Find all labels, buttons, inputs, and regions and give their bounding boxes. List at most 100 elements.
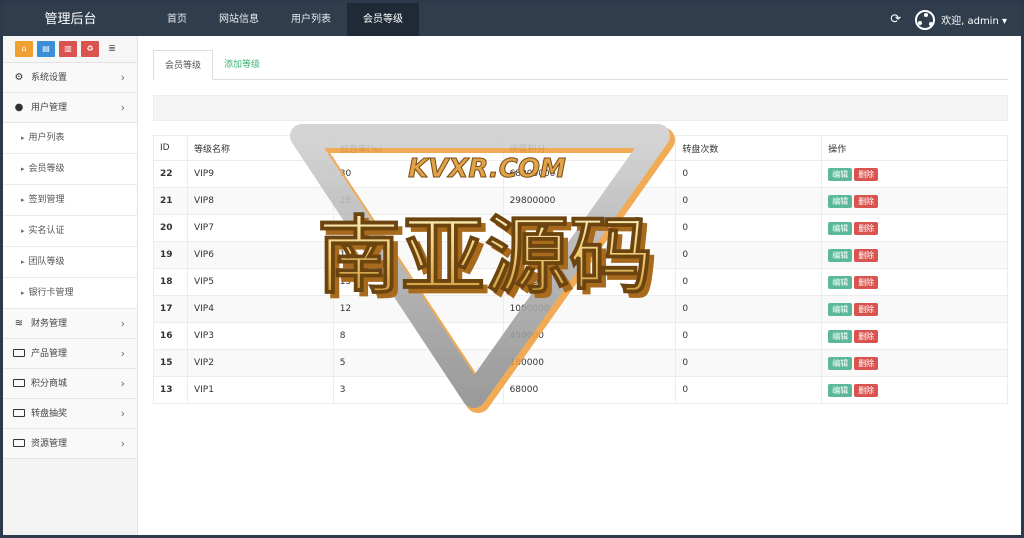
table-cell: 0	[675, 241, 823, 269]
delete-button[interactable]: 删除	[854, 275, 879, 289]
table-cell: 20	[153, 214, 188, 242]
edit-button[interactable]: 编辑	[828, 329, 853, 343]
sidebar-item[interactable]: ≋ 财务管理 ›	[3, 309, 137, 339]
chevron-right-icon: ›	[120, 437, 125, 450]
user-menu[interactable]: 欢迎, admin ▾	[941, 12, 1007, 27]
column-header: ID	[153, 135, 188, 161]
edit-button[interactable]: 编辑	[828, 167, 853, 181]
sidebar-item[interactable]: 转盘抽奖 ›	[3, 399, 137, 429]
table-cell: 29800000	[502, 187, 677, 215]
edit-button[interactable]: 编辑	[828, 221, 853, 235]
table-cell: 22	[332, 214, 504, 242]
table-header-row: ID 等级名称 加息率(%) 所需积分 转盘次数 操作	[153, 135, 1008, 161]
file-icon[interactable]: ▤	[37, 41, 55, 57]
gears-icon: ⚙	[14, 72, 24, 83]
home-icon[interactable]: ⌂	[15, 41, 33, 57]
sidebar-item[interactable]: 积分商城 ›	[3, 369, 137, 399]
sidebar-item[interactable]: 产品管理 ›	[3, 339, 137, 369]
caret-right-icon: ▸	[21, 258, 25, 266]
sidebar-subitem-label: 用户列表	[28, 133, 65, 143]
table-cell: 12	[332, 295, 504, 323]
monitor-icon	[12, 369, 26, 399]
sidebar-subitem[interactable]: ▸ 团队等级	[3, 247, 137, 278]
actions-cell: 编辑 删除	[821, 322, 1008, 350]
content-tabs: 会员等级 添加等级	[153, 50, 1008, 80]
table-cell: 8	[332, 322, 504, 350]
brand-title: 管理后台	[44, 12, 97, 27]
table-cell: 2500000	[502, 268, 677, 296]
sidebar-subitem-label: 银行卡管理	[28, 288, 74, 298]
refresh-icon[interactable]: ⟳	[890, 12, 901, 27]
sidebar-subitem[interactable]: ▸ 银行卡管理	[3, 278, 137, 309]
table-cell: VIP6	[186, 241, 334, 269]
avatar[interactable]	[915, 9, 936, 30]
actions-cell: 编辑 删除	[821, 268, 1008, 296]
actions-cell: 编辑 删除	[821, 214, 1008, 242]
table-cell: 21	[153, 187, 188, 215]
sidebar-item[interactable]: 资源管理 ›	[3, 429, 137, 459]
list-icon[interactable]: ≣	[103, 41, 121, 57]
delete-button[interactable]: 删除	[854, 356, 879, 370]
tab-level[interactable]: 会员等级	[153, 50, 214, 80]
chevron-right-icon: ›	[120, 71, 125, 84]
chevron-right-icon: ›	[120, 347, 125, 360]
table-cell: 5800000	[502, 241, 677, 269]
edit-button[interactable]: 编辑	[828, 356, 853, 370]
table-cell: 22	[153, 160, 188, 188]
table-row: 19 VIP6 18 5800000 0 编辑 删除	[153, 241, 1008, 269]
table-row: 20 VIP7 22 11800000 0 编辑 删除	[153, 214, 1008, 242]
nav-item[interactable]: 会员等级	[347, 3, 419, 36]
table-cell: 19	[153, 241, 188, 269]
table-cell: 15	[153, 349, 188, 377]
caret-right-icon: ▸	[21, 196, 25, 204]
table-cell: 15	[332, 268, 504, 296]
monitor-icon	[12, 339, 26, 369]
recycle-icon[interactable]: ♻	[81, 41, 99, 57]
table-cell: 30	[332, 160, 504, 188]
tab-add-level[interactable]: 添加等级	[213, 50, 271, 79]
delete-button[interactable]: 删除	[854, 383, 879, 397]
delete-button[interactable]: 删除	[854, 167, 879, 181]
edit-button[interactable]: 编辑	[828, 248, 853, 262]
sidebar-item-label: 系统设置	[31, 73, 68, 83]
table-cell: 3	[332, 376, 504, 404]
sidebar-subitem-label: 签到管理	[28, 195, 65, 205]
table-cell: VIP3	[186, 322, 334, 350]
sidebar-subitem[interactable]: ▸ 用户列表	[3, 123, 137, 154]
delete-button[interactable]: 删除	[854, 302, 879, 316]
actions-cell: 编辑 删除	[821, 241, 1008, 269]
actions-cell: 编辑 删除	[821, 160, 1008, 188]
delete-button[interactable]: 删除	[854, 248, 879, 262]
sidebar-subitem[interactable]: ▸ 签到管理	[3, 185, 137, 216]
trash-icon[interactable]: ▥	[59, 41, 77, 57]
table-cell: VIP9	[186, 160, 334, 188]
delete-button[interactable]: 删除	[854, 194, 879, 208]
sidebar-item-label: 产品管理	[31, 349, 68, 359]
sidebar: ⌂ ▤ ▥ ♻ ≣ ⚙ 系统设置 › ● 用户管理 › ▸ 用户列表 ▸ 会员等级 ▸ 签到管理 ▸ 实名认证 ▸ 团…	[3, 36, 138, 535]
nav-item[interactable]: 首页	[151, 3, 203, 36]
sidebar-subitem[interactable]: ▸ 会员等级	[3, 154, 137, 185]
sidebar-item[interactable]: ⚙ 系统设置 ›	[3, 63, 137, 93]
edit-button[interactable]: 编辑	[828, 194, 853, 208]
delete-button[interactable]: 删除	[854, 329, 879, 343]
table-body: 22 VIP9 30 68000000 0 编辑 删除 21 VIP8 28 29800000 0 编辑…	[153, 160, 1008, 404]
filter-bar	[153, 95, 1008, 121]
edit-button[interactable]: 编辑	[828, 302, 853, 316]
table-cell: 0	[675, 187, 823, 215]
table-cell: 18	[153, 268, 188, 296]
edit-button[interactable]: 编辑	[828, 383, 853, 397]
table-cell: 11800000	[502, 214, 677, 242]
delete-button[interactable]: 删除	[854, 221, 879, 235]
chevron-right-icon: ›	[120, 407, 125, 420]
table-row: 17 VIP4 12 1000000 0 编辑 删除	[153, 295, 1008, 323]
edit-button[interactable]: 编辑	[828, 275, 853, 289]
table-row: 18 VIP5 15 2500000 0 编辑 删除	[153, 268, 1008, 296]
table-cell: 0	[675, 376, 823, 404]
main-nav: 首页 网站信息 用户列表 会员等级	[151, 3, 419, 36]
top-navbar: 管理后台 首页 网站信息 用户列表 会员等级 ⟳ 欢迎, admin ▾	[3, 3, 1021, 36]
nav-item[interactable]: 用户列表	[275, 3, 347, 36]
sidebar-subitem[interactable]: ▸ 实名认证	[3, 216, 137, 247]
sidebar-item[interactable]: ● 用户管理 ›	[3, 93, 137, 123]
table-cell: 0	[675, 268, 823, 296]
nav-item[interactable]: 网站信息	[203, 3, 275, 36]
